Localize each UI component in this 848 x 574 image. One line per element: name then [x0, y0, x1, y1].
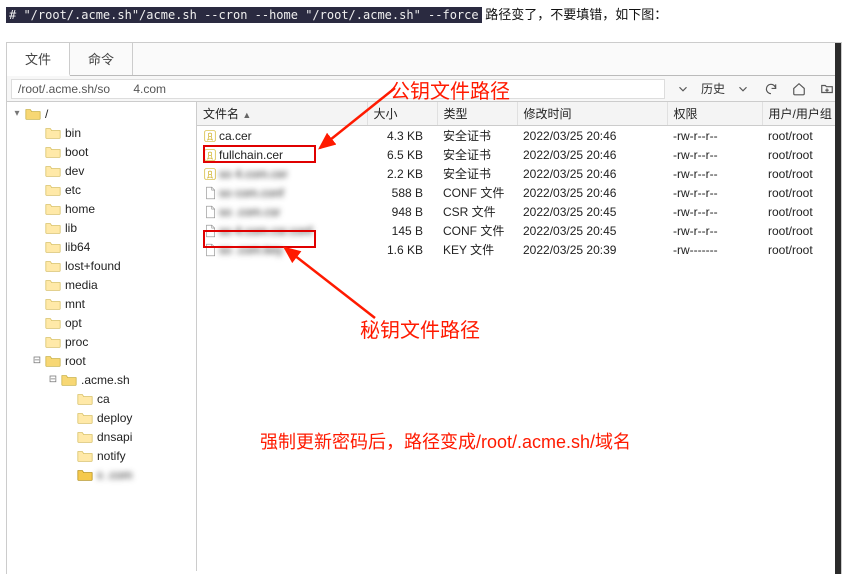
tree-item[interactable]: lost+found [11, 256, 196, 275]
tree-item[interactable]: mnt [11, 294, 196, 313]
cell-size: 145 B [367, 221, 437, 240]
cell-perm: -rw-r--r-- [667, 126, 762, 146]
table-row[interactable]: so com.conf 588 B CONF 文件 2022/03/25 20:… [197, 183, 841, 202]
tree-expander-icon[interactable]: ⊟ [47, 374, 59, 386]
col-header-type[interactable]: 类型 [437, 102, 517, 126]
cell-name: so 4.com.csr.conf [197, 221, 367, 240]
cell-owner: root/root [762, 126, 841, 146]
tree-item[interactable]: opt [11, 313, 196, 332]
tree-item[interactable]: lib [11, 218, 196, 237]
tree-item[interactable]: home [11, 199, 196, 218]
cell-perm: -rw-r--r-- [667, 202, 762, 221]
cell-size: 6.5 KB [367, 145, 437, 164]
command-caption: # "/root/.acme.sh"/acme.sh --cron --home… [0, 0, 848, 27]
cell-size: 1.6 KB [367, 240, 437, 259]
cell-size: 2.2 KB [367, 164, 437, 183]
cell-type: CONF 文件 [437, 183, 517, 202]
col-header-mod[interactable]: 修改时间 [517, 102, 667, 126]
tree-root[interactable]: ▾/ [11, 104, 196, 123]
table-row[interactable]: ca.cer 4.3 KB 安全证书 2022/03/25 20:46 -rw-… [197, 126, 841, 146]
tree-item[interactable]: notify [11, 446, 196, 465]
dropdown-button[interactable] [671, 78, 695, 100]
tree-item[interactable]: ca [11, 389, 196, 408]
sort-asc-icon: ▲ [242, 110, 251, 120]
cell-name: ca.cer [197, 126, 367, 146]
table-row[interactable]: so .com.csr 948 B CSR 文件 2022/03/25 20:4… [197, 202, 841, 221]
cell-owner: root/root [762, 164, 841, 183]
table-row[interactable]: fullchain.cer 6.5 KB 安全证书 2022/03/25 20:… [197, 145, 841, 164]
cell-owner: root/root [762, 202, 841, 221]
cell-mod: 2022/03/25 20:45 [517, 221, 667, 240]
cell-type: CONF 文件 [437, 221, 517, 240]
tree-item[interactable]: boot [11, 142, 196, 161]
col-header-size[interactable]: 大小 [367, 102, 437, 126]
cell-owner: root/root [762, 183, 841, 202]
tree-item[interactable]: etc [11, 180, 196, 199]
col-header-owner[interactable]: 用户/用户组 [762, 102, 841, 126]
tree-item[interactable]: deploy [11, 408, 196, 427]
cell-mod: 2022/03/25 20:46 [517, 183, 667, 202]
folder-tree[interactable]: ▾/binbootdevetchomeliblib64lost+foundmed… [7, 102, 197, 571]
tab-file[interactable]: 文件 [7, 43, 70, 76]
cell-perm: -rw------- [667, 240, 762, 259]
tree-item[interactable]: ⊟.acme.sh [11, 370, 196, 389]
table-row[interactable]: so 4.com.csr.conf 145 B CONF 文件 2022/03/… [197, 221, 841, 240]
col-header-name[interactable]: 文件名 ▲ [197, 102, 367, 126]
cell-perm: -rw-r--r-- [667, 183, 762, 202]
refresh-button[interactable] [759, 78, 783, 100]
cell-name: so .com.csr [197, 202, 367, 221]
tab-bar: 文件 命令 [7, 43, 841, 76]
cell-perm: -rw-r--r-- [667, 145, 762, 164]
cell-mod: 2022/03/25 20:39 [517, 240, 667, 259]
cell-perm: -rw-r--r-- [667, 164, 762, 183]
tree-item[interactable]: ⊟root [11, 351, 196, 370]
cell-mod: 2022/03/25 20:46 [517, 145, 667, 164]
cell-type: KEY 文件 [437, 240, 517, 259]
window-right-edge [835, 43, 841, 574]
tree-item[interactable]: media [11, 275, 196, 294]
file-table: 文件名 ▲ 大小 类型 修改时间 权限 用户/用户组 ca.cer 4.3 KB… [197, 102, 841, 259]
cell-name: so 4.com.cer [197, 164, 367, 183]
path-input[interactable] [11, 79, 665, 99]
tree-item[interactable]: lib64 [11, 237, 196, 256]
file-manager-window: 文件 命令 历史 ▾/binbootdevetchomeliblib64lost… [6, 42, 842, 574]
cell-name: so .com.key [197, 240, 367, 259]
tree-item[interactable]: dnsapi [11, 427, 196, 446]
cell-size: 4.3 KB [367, 126, 437, 146]
tree-item[interactable]: dev [11, 161, 196, 180]
cell-type: 安全证书 [437, 126, 517, 146]
command-note: 路径变了，不要填错，如下图： [485, 7, 667, 22]
command-text: # "/root/.acme.sh"/acme.sh --cron --home… [6, 7, 482, 23]
tree-item[interactable]: proc [11, 332, 196, 351]
cell-mod: 2022/03/25 20:46 [517, 126, 667, 146]
cell-type: 安全证书 [437, 164, 517, 183]
cell-perm: -rw-r--r-- [667, 221, 762, 240]
cell-name: fullchain.cer [197, 145, 367, 164]
home-button[interactable] [787, 78, 811, 100]
table-row[interactable]: so 4.com.cer 2.2 KB 安全证书 2022/03/25 20:4… [197, 164, 841, 183]
tab-command[interactable]: 命令 [70, 43, 133, 75]
cell-owner: root/root [762, 221, 841, 240]
col-header-perm[interactable]: 权限 [667, 102, 762, 126]
cell-owner: root/root [762, 240, 841, 259]
cell-mod: 2022/03/25 20:46 [517, 164, 667, 183]
cell-type: 安全证书 [437, 145, 517, 164]
table-row[interactable]: so .com.key 1.6 KB KEY 文件 2022/03/25 20:… [197, 240, 841, 259]
cell-size: 948 B [367, 202, 437, 221]
cell-size: 588 B [367, 183, 437, 202]
path-toolbar: 历史 [7, 76, 841, 102]
history-dropdown-button[interactable] [731, 78, 755, 100]
file-list-pane: 文件名 ▲ 大小 类型 修改时间 权限 用户/用户组 ca.cer 4.3 KB… [197, 102, 841, 571]
cell-owner: root/root [762, 145, 841, 164]
cell-mod: 2022/03/25 20:45 [517, 202, 667, 221]
cell-name: so com.conf [197, 183, 367, 202]
cell-type: CSR 文件 [437, 202, 517, 221]
tree-expander-icon[interactable]: ⊟ [31, 355, 43, 367]
tree-item[interactable]: bin [11, 123, 196, 142]
history-label[interactable]: 历史 [697, 80, 729, 97]
tree-item[interactable]: s .com [11, 465, 196, 484]
